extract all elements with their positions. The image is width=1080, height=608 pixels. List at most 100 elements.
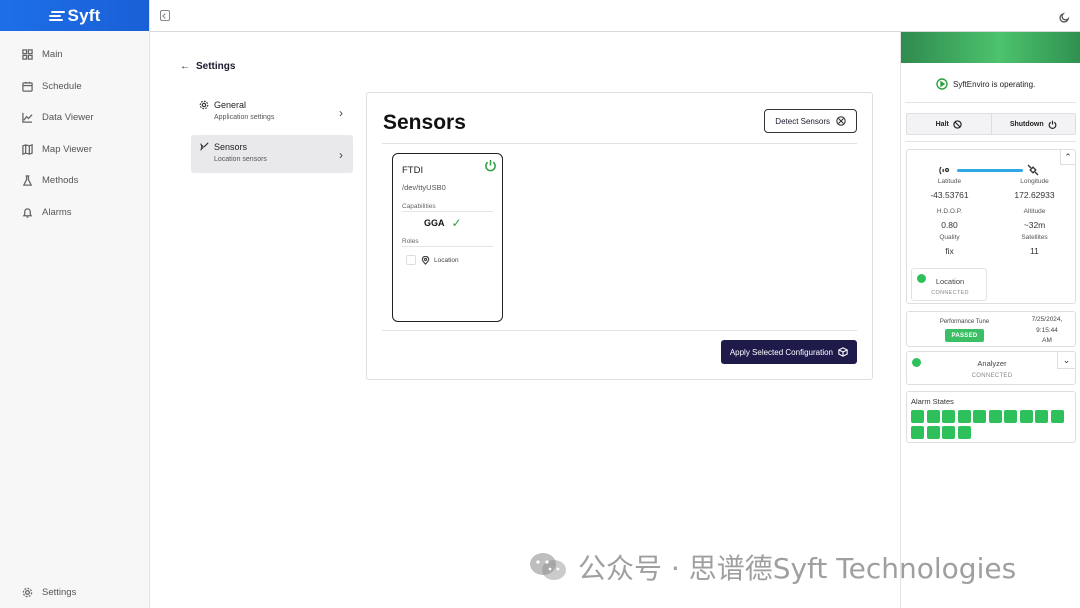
logo[interactable]: Syft	[0, 0, 149, 31]
performance-tune-card: Performance Tune PASSED 7/25/2024, 9:15:…	[906, 311, 1076, 347]
field-value: 0.80	[941, 220, 958, 230]
analyzer-card: Analyzer CONNECTED ⌄	[906, 351, 1076, 385]
field-label: Latitude	[937, 178, 962, 185]
halt-button[interactable]: Halt	[907, 114, 991, 134]
gps-link-indicator	[939, 164, 1039, 176]
chevron-right-icon: ›	[339, 148, 343, 162]
sidebar-item-data-viewer[interactable]: Data Viewer	[0, 102, 149, 134]
divider	[382, 143, 857, 144]
gear-icon	[199, 100, 209, 110]
status-header-banner	[901, 32, 1080, 63]
button-label: Detect Sensors	[775, 116, 830, 126]
alarm-state-indicator[interactable]	[957, 425, 971, 439]
play-circle-icon	[936, 78, 948, 90]
location-status-chip: Location CONNECTED	[911, 268, 987, 301]
alarm-grid	[911, 410, 1073, 439]
alarm-state-indicator[interactable]	[973, 410, 986, 423]
settings-nav-subtitle: Application settings	[214, 114, 275, 121]
alarm-state-indicator[interactable]	[911, 425, 924, 439]
satellite-icon	[200, 142, 209, 151]
sidebar-item-label: Main	[42, 49, 63, 61]
back-link[interactable]: ← Settings	[180, 61, 235, 72]
capability-label: GGA	[424, 218, 445, 228]
bell-icon	[22, 208, 33, 218]
timestamp-line: AM	[1042, 337, 1052, 344]
detect-sensors-button[interactable]: Detect Sensors	[764, 109, 857, 133]
alarm-state-indicator[interactable]	[1004, 410, 1017, 423]
chevron-down-icon[interactable]: ⌄	[1057, 352, 1075, 369]
alarm-state-indicator[interactable]	[926, 410, 940, 423]
page-title: Settings	[196, 61, 236, 72]
alarm-state-indicator[interactable]	[1050, 410, 1064, 423]
map-icon	[22, 143, 33, 155]
alarm-states-card: Alarm States	[906, 391, 1076, 443]
settings-nav: General Application settings › Sensors L…	[191, 93, 353, 177]
arrow-left-icon: ←	[180, 61, 190, 72]
chevron-up-icon[interactable]: ⌃	[1060, 150, 1075, 165]
alarm-state-indicator[interactable]	[1019, 410, 1033, 423]
divider	[905, 102, 1076, 103]
role-checkbox[interactable]	[406, 255, 416, 265]
perf-timestamp: 7/25/2024, 9:15:44 AM	[1022, 315, 1072, 347]
button-label: Apply Selected Configuration	[729, 347, 833, 357]
field-label: Longitude	[1020, 178, 1049, 185]
logo-text: Syft	[67, 5, 101, 25]
shutdown-button[interactable]: Shutdown	[990, 114, 1076, 134]
alarm-state-indicator[interactable]	[1035, 410, 1048, 423]
button-label: Halt	[935, 120, 949, 128]
signal-icon	[939, 166, 950, 175]
system-status-text: SyftEnviro is operating.	[953, 79, 1036, 89]
capability-item: GGA ✓	[424, 216, 462, 230]
flask-icon	[22, 175, 33, 186]
divider	[402, 246, 493, 247]
gear-icon	[22, 587, 33, 597]
apply-configuration-button[interactable]: Apply Selected Configuration	[720, 340, 857, 364]
sidebar-item-label: Methods	[42, 175, 79, 187]
chart-icon	[22, 113, 33, 123]
watermark-text: 公众号 · 思谱德Syft Technologies	[578, 552, 1017, 585]
sidebar-item-map-viewer[interactable]: Map Viewer	[0, 134, 149, 166]
capabilities-label: Capabilities	[402, 203, 436, 210]
sidebar-item-settings[interactable]: Settings	[0, 584, 150, 600]
timestamp-line: 9:15:44	[1036, 326, 1058, 334]
alarm-state-indicator[interactable]	[942, 425, 955, 439]
alarm-state-indicator[interactable]	[911, 410, 924, 423]
panel-title: Sensors	[383, 111, 466, 134]
field-value: 11	[1030, 246, 1039, 256]
settings-nav-general[interactable]: General Application settings ›	[191, 93, 353, 131]
sidebar-item-schedule[interactable]: Schedule	[0, 71, 149, 103]
divider	[382, 330, 857, 331]
alarm-state-indicator[interactable]	[926, 425, 940, 439]
timestamp-line: 7/25/2024,	[1031, 316, 1063, 323]
theme-toggle[interactable]	[1059, 10, 1070, 23]
settings-nav-title: Sensors	[214, 142, 248, 152]
link-bar	[957, 169, 1023, 172]
sensor-card[interactable]: FTDI /dev/ttyUSB0 Capabilities GGA ✓ Rol…	[392, 153, 503, 322]
roles-label: Roles	[402, 238, 419, 245]
field-label: Altitude	[1023, 208, 1046, 215]
sidebar: Syft Main Schedule Data Viewer Map Viewe…	[0, 0, 150, 608]
alarm-state-indicator[interactable]	[988, 410, 1002, 423]
ban-icon	[953, 119, 962, 129]
collapse-sidebar-icon[interactable]	[160, 10, 170, 21]
status-badge: PASSED	[945, 329, 984, 342]
sidebar-item-methods[interactable]: Methods	[0, 165, 149, 197]
sidebar-item-alarms[interactable]: Alarms	[0, 197, 149, 229]
satellite-icon	[1027, 164, 1039, 176]
calendar-icon	[22, 81, 33, 92]
sidebar-item-label: Data Viewer	[42, 112, 94, 124]
sidebar-item-label: Map Viewer	[42, 143, 92, 155]
alarm-state-indicator[interactable]	[957, 410, 971, 423]
power-icon[interactable]	[484, 159, 497, 172]
control-buttons: Halt Shutdown	[906, 113, 1076, 135]
alarm-state-indicator[interactable]	[942, 410, 955, 423]
role-item: Location	[406, 255, 459, 265]
sensor-path: /dev/ttyUSB0	[402, 183, 446, 192]
moon-icon	[1059, 12, 1070, 23]
gps-card: ⌃ Latitude -43.53761 Longitude 172.62933…	[906, 149, 1076, 304]
field-label: Quality	[939, 234, 960, 241]
grid-icon	[22, 49, 33, 60]
analyzer-name: Analyzer	[977, 359, 1007, 368]
sidebar-item-main[interactable]: Main	[0, 39, 149, 71]
settings-nav-sensors[interactable]: Sensors Location sensors ›	[191, 135, 353, 173]
